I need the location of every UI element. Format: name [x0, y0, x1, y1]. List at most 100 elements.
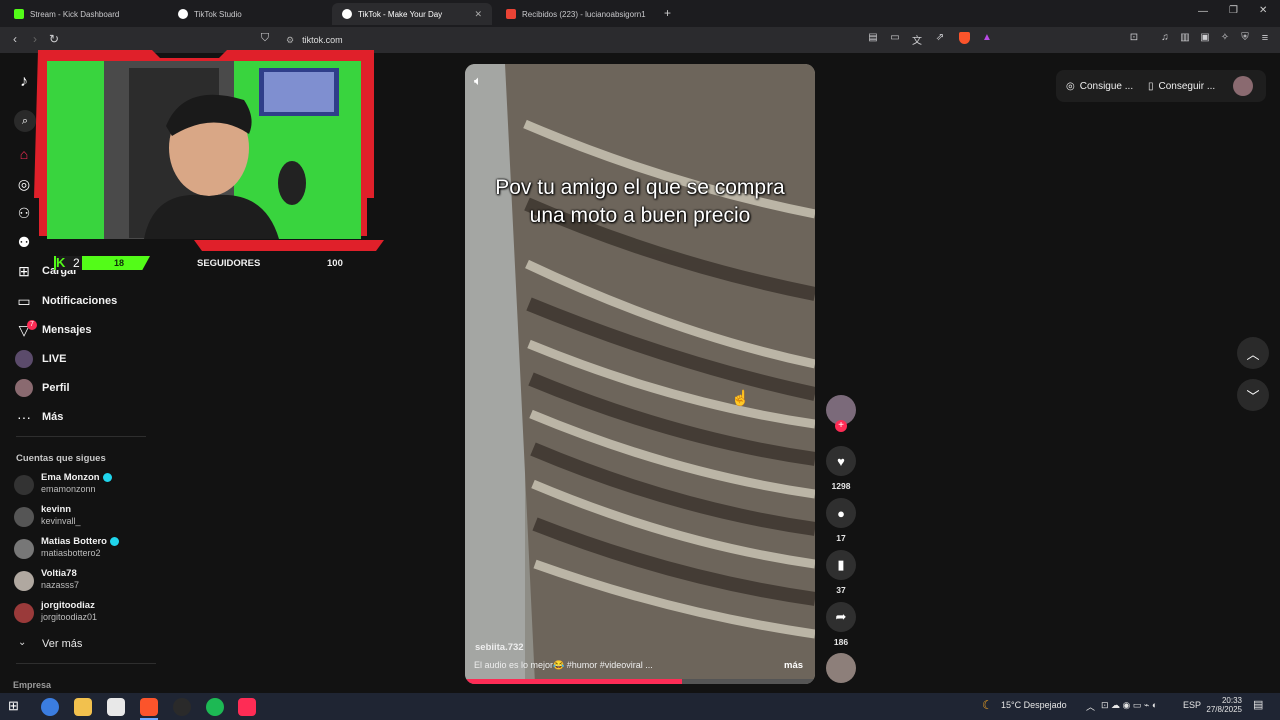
profile-icon[interactable] — [14, 378, 34, 398]
footer-company-link[interactable]: Empresa — [13, 680, 51, 690]
account-handle: matiasbottero2 — [41, 548, 101, 558]
upload-icon[interactable]: ⊞ — [14, 261, 34, 281]
user-avatar[interactable] — [1233, 76, 1253, 96]
verified-icon — [102, 473, 112, 482]
tab-title: TikTok Studio — [194, 9, 242, 19]
sidebar-item-profile[interactable]: Perfil — [42, 382, 70, 394]
obs-icon[interactable] — [173, 698, 191, 716]
back-icon[interactable]: ‹ — [8, 32, 22, 46]
brave-shield-icon[interactable] — [957, 32, 971, 47]
avatar — [14, 475, 34, 495]
site-settings-icon[interactable]: ⚙ — [286, 35, 294, 46]
tiktok-favicon-icon — [342, 9, 352, 19]
home-icon[interactable]: ⌂ — [14, 144, 34, 164]
share-arrow-icon: ➦ — [835, 609, 847, 624]
tab-kick-dashboard[interactable]: Stream - Kick Dashboard — [4, 3, 164, 25]
explore-icon[interactable]: ◎ — [14, 174, 34, 194]
music-disc-avatar[interactable] — [826, 653, 856, 683]
tab-title: Stream - Kick Dashboard — [30, 9, 120, 19]
video-author[interactable]: sebiita.732 — [475, 642, 524, 653]
reload-icon[interactable]: ↻ — [47, 32, 61, 46]
brave-rewards-icon[interactable]: ▲ — [980, 32, 994, 43]
language-indicator[interactable]: ESP — [1183, 700, 1201, 710]
following-account[interactable]: Ema Monzon emamonzonn — [14, 472, 164, 500]
following-account[interactable]: jorgitoodiaz jorgitoodiaz01 — [14, 600, 164, 628]
more-link[interactable]: más — [784, 660, 803, 671]
minimize-icon[interactable]: — — [1198, 6, 1208, 17]
weather-text[interactable]: 15°C Despejado — [1001, 700, 1067, 710]
previous-video-button[interactable]: ︿ — [1237, 337, 1269, 369]
weather-icon[interactable]: ☾ — [982, 698, 993, 712]
sidebar-item-live[interactable]: LIVE — [42, 353, 66, 365]
clock[interactable]: 20:33 27/8/2025 — [1206, 696, 1242, 714]
next-video-button[interactable]: ﹀ — [1237, 379, 1269, 411]
sidebar-toggle-icon[interactable]: ▥ — [1178, 32, 1192, 43]
following-account[interactable]: kevinn kevinvall_ — [14, 504, 164, 532]
cast-icon[interactable]: ▭ — [888, 32, 902, 43]
menu-icon[interactable]: ≡ — [1258, 32, 1272, 44]
tray-expand-icon[interactable]: ︿ — [1086, 700, 1095, 713]
comment-button[interactable]: ● — [826, 498, 856, 528]
vpn-icon[interactable]: ⛨ — [1238, 32, 1252, 43]
kick-favicon-icon — [14, 9, 24, 19]
video-frame — [465, 64, 815, 684]
reader-mode-icon[interactable]: ▤ — [866, 32, 880, 43]
video-player[interactable]: 🔈︎ Pov tu amigo el que se compra una mot… — [465, 64, 815, 684]
tab-tiktok-make-your-day[interactable]: TikTok - Make Your Day ✕ — [332, 3, 492, 25]
tab-gmail[interactable]: Recibidos (223) - lucianoabsigorn1@... — [496, 3, 656, 25]
taskbar: ⊞ ☾ 15°C Despejado ︿ ⊡ ☁ ◉ ▭ ⌁ ◐ ESP 20:… — [0, 693, 1280, 720]
phone-icon: ▯ — [1148, 80, 1154, 92]
spotify-icon[interactable] — [206, 698, 224, 716]
bookmark-icon[interactable]: ⛉ — [258, 32, 272, 45]
sidebar-item-more[interactable]: Más — [42, 411, 63, 423]
brave-browser-icon[interactable] — [140, 698, 158, 716]
close-tab-icon[interactable]: ✕ — [474, 9, 482, 20]
get-coins-button[interactable]: ◎ Consigue ... — [1066, 72, 1133, 100]
share-count: 186 — [833, 637, 849, 647]
translate-icon[interactable]: 文 — [910, 32, 924, 47]
comment-icon: ● — [837, 505, 845, 521]
share-icon[interactable]: ⇗ — [933, 32, 947, 43]
following-icon[interactable]: ⚇ — [14, 203, 34, 223]
volume-icon[interactable]: 🔈︎ — [474, 73, 482, 89]
account-name: Voltia78 — [41, 568, 77, 579]
wallet-icon[interactable]: ▣ — [1198, 32, 1212, 43]
notification-center-icon[interactable]: ▤ — [1253, 698, 1263, 711]
maximize-icon[interactable]: ❐ — [1229, 5, 1238, 16]
screenshot-icon[interactable]: ⊡ — [1127, 32, 1141, 43]
comment-count: 17 — [836, 533, 846, 543]
video-progress-bar[interactable] — [465, 679, 682, 684]
tray-app-icons[interactable]: ⊡ ☁ ◉ ▭ ⌁ ◐ — [1101, 700, 1157, 711]
following-account[interactable]: Voltia78 nazasss7 — [14, 568, 164, 596]
music-icon[interactable]: ♫ — [1158, 32, 1172, 43]
get-app-button[interactable]: ▯ Conseguir ... — [1148, 72, 1215, 100]
more-icon[interactable]: ··· — [14, 407, 34, 427]
store-icon[interactable] — [107, 698, 125, 716]
save-button[interactable]: ▮ — [826, 550, 856, 580]
live-icon[interactable] — [14, 349, 34, 369]
friends-icon[interactable]: ⚉ — [14, 232, 34, 252]
share-button[interactable]: ➦ — [826, 602, 856, 632]
follow-plus-icon[interactable]: + — [835, 420, 847, 432]
sidebar-item-notifications[interactable]: Notificaciones — [42, 295, 117, 307]
forward-icon[interactable]: › — [28, 32, 42, 46]
tab-tiktok-studio[interactable]: TikTok Studio — [168, 3, 328, 25]
like-button[interactable]: ♥ — [826, 446, 856, 476]
divider — [16, 436, 146, 437]
copilot-icon[interactable] — [41, 698, 59, 716]
file-explorer-icon[interactable] — [74, 698, 92, 716]
windows-start-icon[interactable]: ⊞ — [8, 698, 26, 716]
account-handle: jorgitoodiaz01 — [41, 612, 98, 622]
followers-value: 100 — [327, 258, 343, 269]
close-window-icon[interactable]: ✕ — [1259, 5, 1267, 16]
sidebar-item-messages[interactable]: Mensajes — [42, 324, 92, 336]
notification-icon[interactable]: ▭ — [14, 291, 34, 311]
chevron-down-icon[interactable]: ⌄ — [18, 637, 26, 648]
see-more-link[interactable]: Ver más — [42, 638, 82, 650]
new-tab-button[interactable]: + — [664, 6, 671, 20]
search-icon[interactable]: ⌕ — [14, 110, 36, 132]
tiktok-app-icon[interactable] — [238, 698, 256, 716]
tiktok-logo-icon[interactable]: ♪ — [14, 72, 34, 92]
following-account[interactable]: Matias Bottero matiasbottero2 — [14, 536, 164, 564]
leo-ai-icon[interactable]: ✧ — [1218, 32, 1232, 43]
